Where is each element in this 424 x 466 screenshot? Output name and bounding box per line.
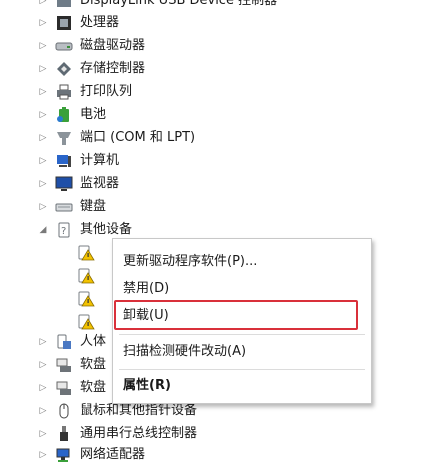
tree-item-computer[interactable]: ▷ 计算机 [0,150,424,172]
tree-item-label: 磁盘驱动器 [80,38,146,53]
unknown-device-warning-icon [77,313,95,331]
tree-item-usb[interactable]: ▷ 通用串行总线控制器 [0,423,424,445]
tree-item-network-adapter[interactable]: ▷ 网络适配器 [0,444,424,466]
device-icon [55,0,73,10]
tree-item-disk-drive[interactable]: ▷ 磁盘驱动器 [0,35,424,57]
storage-controller-icon [55,60,73,78]
menu-item-properties[interactable]: 属性(R) [123,375,171,397]
usb-icon [55,425,73,443]
tree-item-battery[interactable]: ▷ 电池 [0,104,424,126]
tree-item-keyboard[interactable]: ▷ 键盘 [0,196,424,218]
expand-arrow-icon[interactable]: ▷ [38,336,48,348]
svg-text:?: ? [61,226,66,237]
tree-item-label: 其他设备 [80,222,133,237]
tree-item-label: 人体 [80,334,107,349]
expand-arrow-icon[interactable]: ▷ [38,17,48,29]
unknown-device-warning-icon [77,244,95,262]
disk-drive-icon [55,37,73,55]
tree-item-label: 处理器 [80,15,120,30]
expand-arrow-icon[interactable]: ▷ [38,178,48,190]
tree-item-ports[interactable]: ▷ 端口 (COM 和 LPT) [0,127,424,149]
menu-separator [119,369,365,370]
expand-arrow-icon[interactable]: ▷ [38,40,48,52]
tree-item-label: 软盘 [80,380,107,395]
expand-arrow-icon[interactable]: ▷ [38,428,48,440]
tree-item-label: DisplayLink USB Device 控制器 [80,0,278,8]
expand-arrow-icon[interactable]: ▷ [38,382,48,394]
tree-item-label: 端口 (COM 和 LPT) [80,130,196,145]
unknown-device-warning-icon [77,290,95,308]
expand-arrow-icon[interactable]: ▷ [38,201,48,213]
tree-item-label: 计算机 [80,153,120,168]
expand-arrow-icon[interactable]: ▷ [38,63,48,75]
expand-arrow-icon[interactable]: ▷ [38,86,48,98]
tree-item-label: 电池 [80,107,107,122]
tree-item-print-queue[interactable]: ▷ 打印队列 [0,81,424,103]
expand-arrow-icon[interactable]: ▷ [38,449,48,461]
keyboard-icon [55,198,73,216]
monitor-icon [55,175,73,193]
uninstall-highlight-box [114,300,358,330]
tree-item-monitor[interactable]: ▷ 监视器 [0,173,424,195]
unknown-device-warning-icon [77,267,95,285]
tree-item-storage-controller[interactable]: ▷ 存储控制器 [0,58,424,80]
expand-arrow-icon[interactable]: ▷ [38,132,48,144]
battery-icon [55,106,73,124]
tree-item-clipped[interactable]: ▷ DisplayLink USB Device 控制器 [0,0,424,12]
expand-arrow-icon[interactable]: ▷ [38,405,48,417]
menu-item-disable[interactable]: 禁用(D) [123,278,169,300]
menu-item-update-driver[interactable]: 更新驱动程序软件(P)... [123,251,257,273]
tree-item-processor[interactable]: ▷ 处理器 [0,12,424,34]
tree-item-label: 网络适配器 [80,447,146,462]
printer-icon [55,83,73,101]
menu-item-scan-hardware[interactable]: 扫描检测硬件改动(A) [123,341,246,363]
port-icon [55,129,73,147]
collapse-arrow-icon[interactable]: ◢ [38,224,48,236]
computer-icon [55,152,73,170]
menu-separator [119,334,365,335]
tree-item-label: 存储控制器 [80,61,146,76]
floppy-controller-icon [55,356,73,374]
tree-item-label: 软盘 [80,357,107,372]
expand-arrow-icon[interactable]: ▷ [38,155,48,167]
tree-item-label: 监视器 [80,176,120,191]
floppy-drive-icon [55,379,73,397]
other-devices-icon: ? [55,221,73,239]
processor-icon [55,14,73,32]
human-interface-icon [55,333,73,351]
network-adapter-icon [55,446,73,464]
tree-item-label: 鼠标和其他指针设备 [80,403,198,418]
tree-item-label: 键盘 [80,199,107,214]
expand-arrow-icon[interactable]: ▷ [38,0,48,7]
tree-item-label: 打印队列 [80,84,133,99]
mouse-icon [55,402,73,420]
tree-item-label: 通用串行总线控制器 [80,426,198,441]
expand-arrow-icon[interactable]: ▷ [38,109,48,121]
expand-arrow-icon[interactable]: ▷ [38,359,48,371]
